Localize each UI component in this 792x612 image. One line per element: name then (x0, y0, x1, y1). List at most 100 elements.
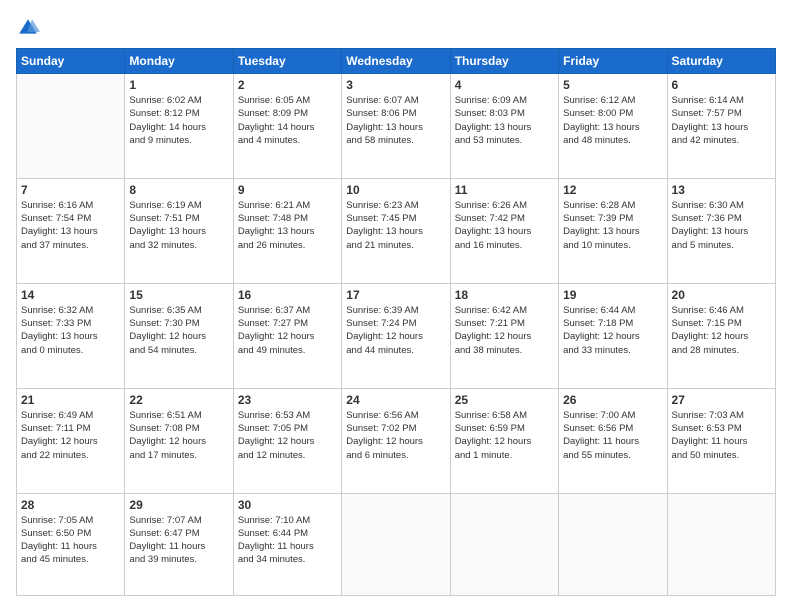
day-number: 24 (346, 393, 445, 407)
day-number: 16 (238, 288, 337, 302)
day-number: 30 (238, 498, 337, 512)
day-info: Sunrise: 6:42 AM Sunset: 7:21 PM Dayligh… (455, 304, 554, 357)
day-info: Sunrise: 6:44 AM Sunset: 7:18 PM Dayligh… (563, 304, 662, 357)
calendar-cell: 9 Sunrise: 6:21 AM Sunset: 7:48 PM Daylig… (233, 178, 341, 283)
day-number: 25 (455, 393, 554, 407)
calendar-cell (17, 74, 125, 179)
weekday-header-tuesday: Tuesday (233, 49, 341, 74)
day-info: Sunrise: 6:16 AM Sunset: 7:54 PM Dayligh… (21, 199, 120, 252)
weekday-header-saturday: Saturday (667, 49, 775, 74)
day-info: Sunrise: 6:09 AM Sunset: 8:03 PM Dayligh… (455, 94, 554, 147)
logo-icon (16, 16, 40, 40)
day-info: Sunrise: 6:37 AM Sunset: 7:27 PM Dayligh… (238, 304, 337, 357)
calendar-cell: 11 Sunrise: 6:26 AM Sunset: 7:42 PM Dayli… (450, 178, 558, 283)
day-number: 8 (129, 183, 228, 197)
day-info: Sunrise: 6:35 AM Sunset: 7:30 PM Dayligh… (129, 304, 228, 357)
calendar-cell: 21 Sunrise: 6:49 AM Sunset: 7:11 PM Dayli… (17, 388, 125, 493)
calendar-cell: 2 Sunrise: 6:05 AM Sunset: 8:09 PM Daylig… (233, 74, 341, 179)
calendar-cell: 14 Sunrise: 6:32 AM Sunset: 7:33 PM Dayli… (17, 283, 125, 388)
weekday-header-monday: Monday (125, 49, 233, 74)
weekday-header-friday: Friday (559, 49, 667, 74)
day-info: Sunrise: 6:56 AM Sunset: 7:02 PM Dayligh… (346, 409, 445, 462)
calendar-cell: 19 Sunrise: 6:44 AM Sunset: 7:18 PM Dayli… (559, 283, 667, 388)
calendar-cell: 23 Sunrise: 6:53 AM Sunset: 7:05 PM Dayli… (233, 388, 341, 493)
week-row-2: 14 Sunrise: 6:32 AM Sunset: 7:33 PM Dayli… (17, 283, 776, 388)
day-number: 20 (672, 288, 771, 302)
day-number: 29 (129, 498, 228, 512)
day-info: Sunrise: 6:21 AM Sunset: 7:48 PM Dayligh… (238, 199, 337, 252)
calendar-cell: 28Sunrise: 7:05 AM Sunset: 6:50 PM Dayli… (17, 493, 125, 596)
calendar-cell (342, 493, 450, 596)
page: SundayMondayTuesdayWednesdayThursdayFrid… (0, 0, 792, 612)
day-number: 10 (346, 183, 445, 197)
weekday-header-thursday: Thursday (450, 49, 558, 74)
calendar-cell (559, 493, 667, 596)
day-info: Sunrise: 6:32 AM Sunset: 7:33 PM Dayligh… (21, 304, 120, 357)
day-number: 11 (455, 183, 554, 197)
calendar-cell: 16 Sunrise: 6:37 AM Sunset: 7:27 PM Dayli… (233, 283, 341, 388)
day-number: 6 (672, 78, 771, 92)
calendar-cell: 27Sunrise: 7:03 AM Sunset: 6:53 PM Dayli… (667, 388, 775, 493)
day-info: Sunrise: 6:49 AM Sunset: 7:11 PM Dayligh… (21, 409, 120, 462)
day-number: 19 (563, 288, 662, 302)
day-info: Sunrise: 6:07 AM Sunset: 8:06 PM Dayligh… (346, 94, 445, 147)
day-number: 12 (563, 183, 662, 197)
day-info: Sunrise: 6:39 AM Sunset: 7:24 PM Dayligh… (346, 304, 445, 357)
day-number: 3 (346, 78, 445, 92)
calendar-cell: 10 Sunrise: 6:23 AM Sunset: 7:45 PM Dayli… (342, 178, 450, 283)
day-number: 17 (346, 288, 445, 302)
calendar-cell: 13Sunrise: 6:30 AM Sunset: 7:36 PM Dayli… (667, 178, 775, 283)
calendar-cell: 18 Sunrise: 6:42 AM Sunset: 7:21 PM Dayli… (450, 283, 558, 388)
calendar-cell: 12 Sunrise: 6:28 AM Sunset: 7:39 PM Dayli… (559, 178, 667, 283)
calendar-cell: 25 Sunrise: 6:58 AM Sunset: 6:59 PM Dayli… (450, 388, 558, 493)
day-info: Sunrise: 7:10 AM Sunset: 6:44 PM Dayligh… (238, 514, 337, 567)
day-info: Sunrise: 6:58 AM Sunset: 6:59 PM Dayligh… (455, 409, 554, 462)
day-number: 26 (563, 393, 662, 407)
week-row-4: 28Sunrise: 7:05 AM Sunset: 6:50 PM Dayli… (17, 493, 776, 596)
day-info: Sunrise: 6:30 AM Sunset: 7:36 PM Dayligh… (672, 199, 771, 252)
day-info: Sunrise: 7:03 AM Sunset: 6:53 PM Dayligh… (672, 409, 771, 462)
day-number: 14 (21, 288, 120, 302)
calendar-cell: 15 Sunrise: 6:35 AM Sunset: 7:30 PM Dayli… (125, 283, 233, 388)
day-number: 2 (238, 78, 337, 92)
calendar-cell: 30 Sunrise: 7:10 AM Sunset: 6:44 PM Dayli… (233, 493, 341, 596)
day-number: 15 (129, 288, 228, 302)
day-info: Sunrise: 6:12 AM Sunset: 8:00 PM Dayligh… (563, 94, 662, 147)
calendar-cell: 4 Sunrise: 6:09 AM Sunset: 8:03 PM Daylig… (450, 74, 558, 179)
day-number: 1 (129, 78, 228, 92)
calendar-cell: 20 Sunrise: 6:46 AM Sunset: 7:15 PM Dayli… (667, 283, 775, 388)
day-info: Sunrise: 6:53 AM Sunset: 7:05 PM Dayligh… (238, 409, 337, 462)
day-number: 7 (21, 183, 120, 197)
day-number: 5 (563, 78, 662, 92)
day-info: Sunrise: 6:51 AM Sunset: 7:08 PM Dayligh… (129, 409, 228, 462)
calendar-cell: 3 Sunrise: 6:07 AM Sunset: 8:06 PM Daylig… (342, 74, 450, 179)
day-info: Sunrise: 6:02 AM Sunset: 8:12 PM Dayligh… (129, 94, 228, 147)
day-info: Sunrise: 7:07 AM Sunset: 6:47 PM Dayligh… (129, 514, 228, 567)
calendar-table: SundayMondayTuesdayWednesdayThursdayFrid… (16, 48, 776, 596)
calendar-cell: 29 Sunrise: 7:07 AM Sunset: 6:47 PM Dayli… (125, 493, 233, 596)
calendar-cell: 1 Sunrise: 6:02 AM Sunset: 8:12 PM Daylig… (125, 74, 233, 179)
calendar-cell: 17 Sunrise: 6:39 AM Sunset: 7:24 PM Dayli… (342, 283, 450, 388)
day-info: Sunrise: 6:26 AM Sunset: 7:42 PM Dayligh… (455, 199, 554, 252)
day-info: Sunrise: 7:00 AM Sunset: 6:56 PM Dayligh… (563, 409, 662, 462)
day-info: Sunrise: 7:05 AM Sunset: 6:50 PM Dayligh… (21, 514, 120, 567)
week-row-0: 1 Sunrise: 6:02 AM Sunset: 8:12 PM Daylig… (17, 74, 776, 179)
day-number: 21 (21, 393, 120, 407)
day-info: Sunrise: 6:46 AM Sunset: 7:15 PM Dayligh… (672, 304, 771, 357)
calendar-cell: 22 Sunrise: 6:51 AM Sunset: 7:08 PM Dayli… (125, 388, 233, 493)
week-row-1: 7 Sunrise: 6:16 AM Sunset: 7:54 PM Daylig… (17, 178, 776, 283)
day-number: 9 (238, 183, 337, 197)
day-number: 23 (238, 393, 337, 407)
weekday-header-row: SundayMondayTuesdayWednesdayThursdayFrid… (17, 49, 776, 74)
day-info: Sunrise: 6:05 AM Sunset: 8:09 PM Dayligh… (238, 94, 337, 147)
calendar-cell (667, 493, 775, 596)
day-info: Sunrise: 6:23 AM Sunset: 7:45 PM Dayligh… (346, 199, 445, 252)
weekday-header-wednesday: Wednesday (342, 49, 450, 74)
logo (16, 16, 44, 40)
calendar-cell: 8Sunrise: 6:19 AM Sunset: 7:51 PM Daylig… (125, 178, 233, 283)
calendar-cell: 6Sunrise: 6:14 AM Sunset: 7:57 PM Daylig… (667, 74, 775, 179)
day-number: 18 (455, 288, 554, 302)
day-info: Sunrise: 6:28 AM Sunset: 7:39 PM Dayligh… (563, 199, 662, 252)
day-number: 4 (455, 78, 554, 92)
day-number: 22 (129, 393, 228, 407)
